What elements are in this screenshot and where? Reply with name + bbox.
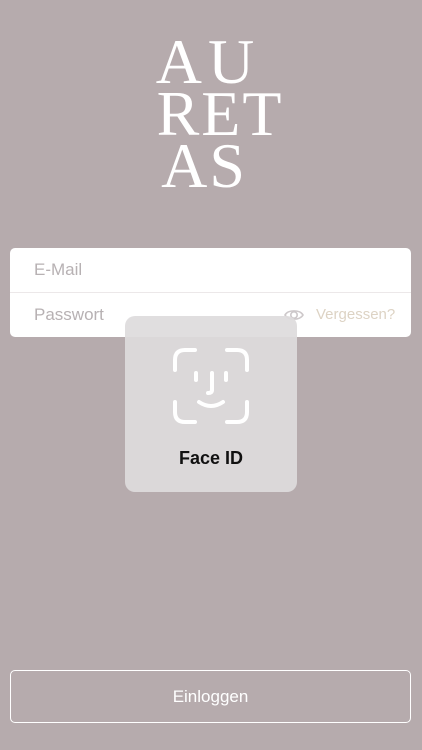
face-id-icon (173, 348, 249, 424)
email-field-row (10, 248, 411, 293)
faceid-overlay: Face ID (125, 316, 297, 492)
login-button[interactable]: Einloggen (10, 670, 411, 723)
faceid-label: Face ID (178, 448, 244, 468)
brand-logo: AU RET AS (0, 30, 422, 201)
logo-line-3: AS (161, 130, 247, 201)
email-field[interactable] (34, 248, 274, 292)
forgot-password-link[interactable]: Vergessen? (316, 293, 395, 337)
